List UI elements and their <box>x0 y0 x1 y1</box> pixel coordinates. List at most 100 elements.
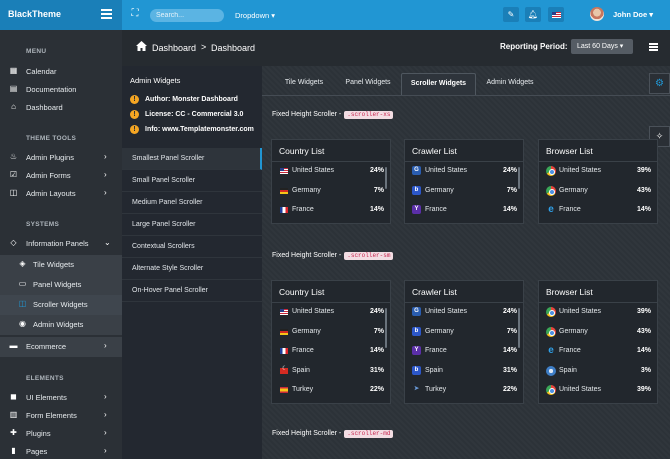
scrollbar[interactable] <box>385 167 387 189</box>
list-item: b Spain 31% <box>405 362 523 382</box>
user-menu[interactable]: John Doe ▾ <box>613 10 653 19</box>
row-percent: 7% <box>373 327 384 335</box>
list-item[interactable]: Small Panel Scroller <box>122 170 262 192</box>
sidebar-item-dashboard[interactable]: ⌂ Dashboard <box>0 98 122 116</box>
country-list-card-xs: Country List United States 24% Germany 7% … <box>271 139 391 224</box>
sidebar-item-form-elements[interactable]: ▥ Form Elements › <box>0 406 122 424</box>
sidebar-item-label: Dashboard <box>26 103 63 112</box>
row-name: Spain <box>559 366 577 374</box>
tab-tile-widgets[interactable]: Tile Widgets <box>274 73 334 95</box>
chevron-right-icon: › <box>104 446 107 455</box>
sidebar-item-calendar[interactable]: ▦ Calendar <box>0 62 122 80</box>
row-percent: 22% <box>369 386 384 393</box>
section-title-text: Fixed Height Scroller - <box>272 430 342 437</box>
sidebar-item-tile-widgets[interactable]: ◈ Tile Widgets <box>0 255 122 275</box>
sidebar-item-pages[interactable]: ▮ Pages › <box>0 442 122 459</box>
scrollbar[interactable] <box>518 308 520 348</box>
card-title: Crawler List <box>405 281 523 303</box>
list-item: e France 14% <box>539 342 657 362</box>
row-name: Germany <box>292 327 321 335</box>
turkey-flag-icon <box>280 365 288 374</box>
sidebar-item-admin-layouts[interactable]: ◫ Admin Layouts › <box>0 184 122 202</box>
chevron-right-icon: › <box>104 410 107 419</box>
crawler-bot-icon: ➤ <box>413 386 420 392</box>
language-flag-button[interactable] <box>548 7 564 22</box>
sidebar-item-admin-widgets[interactable]: ◉ Admin Widgets <box>0 315 122 335</box>
sidebar-item-label: Pages <box>26 447 48 456</box>
code-tag: .scroller-xs <box>344 111 394 119</box>
brand-logo-text[interactable]: BlackTheme <box>8 9 61 19</box>
sidebar-item-documentation[interactable]: ▤ Documentation <box>0 80 122 98</box>
spain-flag-icon <box>280 387 288 393</box>
user-name: John Doe <box>613 10 648 19</box>
sidebar-item-ui-elements[interactable]: ◼ UI Elements › <box>0 388 122 406</box>
info-text: License: CC - Commercial 3.0 <box>145 111 244 118</box>
settings-gear-icon[interactable]: ⚙ <box>649 73 670 94</box>
subpanel-title: Admin Widgets <box>130 76 181 85</box>
row-percent: 39% <box>636 308 651 315</box>
list-item[interactable]: Contextual Scrollers <box>122 236 262 258</box>
list-item[interactable]: Large Panel Scroller <box>122 214 262 236</box>
list-item: Y France 14% <box>405 342 523 362</box>
info-site: ! Info: www.Templatemonster.com <box>130 125 262 137</box>
top-dropdown[interactable]: Dropdown ▾ <box>235 11 275 20</box>
list-item[interactable]: Medium Panel Scroller <box>122 192 262 214</box>
section-menu: MENU <box>26 48 47 55</box>
top-bar: BlackTheme ⛶ Dropdown ▾ ✎ 🔔︎ John Doe ▾ <box>0 0 670 30</box>
info-author: ! Author: Monster Dashboard <box>130 95 262 107</box>
tools-icon[interactable]: ✎ <box>503 7 519 22</box>
diamond-icon: ◇ <box>10 238 17 247</box>
chevron-right-icon: › <box>104 392 107 401</box>
search-input[interactable] <box>150 9 224 22</box>
notification-bell-icon[interactable]: 🔔︎ <box>525 7 541 22</box>
sidebar-item-panel-widgets[interactable]: ▭ Panel Widgets <box>0 275 122 295</box>
shopping-cart-icon: ▬ <box>9 341 18 350</box>
reporting-period-value: Last 60 Days <box>577 43 618 50</box>
list-item[interactable]: On-Hover Panel Scroller <box>122 280 262 302</box>
avatar[interactable] <box>590 7 604 21</box>
top-dropdown-label: Dropdown <box>235 11 270 20</box>
menu-icon[interactable] <box>649 43 658 51</box>
section-title-text: Fixed Height Scroller - <box>272 111 342 118</box>
section-systems: SYSTEMS <box>26 221 60 228</box>
list-item: Germany 7% <box>272 182 390 202</box>
home-icon[interactable] <box>136 41 147 51</box>
tab-scroller-widgets[interactable]: Scroller Widgets <box>401 73 476 95</box>
tab-panel-widgets[interactable]: Panel Widgets <box>338 73 398 95</box>
row-name: France <box>559 347 581 354</box>
sidebar-toggle-icon[interactable] <box>101 9 112 19</box>
list-item[interactable]: Smallest Panel Scroller <box>122 148 262 170</box>
row-name: Turkey <box>425 386 447 393</box>
sidebar-item-admin-plugins[interactable]: ♨ Admin Plugins › <box>0 148 122 166</box>
chrome-icon <box>546 385 556 395</box>
row-name: United States <box>559 308 602 315</box>
row-name: Spain <box>292 366 310 374</box>
fire-icon: ♨ <box>9 152 18 161</box>
sidebar-item-scroller-widgets[interactable]: ◫ Scroller Widgets <box>0 295 122 315</box>
sidebar-item-admin-forms[interactable]: ☑ Admin Forms › <box>0 166 122 184</box>
row-name: Germany <box>425 327 454 335</box>
list-item[interactable]: Alternate Style Scroller <box>122 258 262 280</box>
document-icon: ▤ <box>9 84 18 93</box>
row-percent: 14% <box>502 347 517 354</box>
yahoo-icon: Y <box>412 205 421 214</box>
list-item: Spain 3% <box>539 362 657 382</box>
browser-list-card-xs: Browser List United States 39% Germany 43%… <box>538 139 658 224</box>
scrollbar[interactable] <box>385 308 387 348</box>
scrollbar[interactable] <box>518 167 520 189</box>
sidebar-item-plugins[interactable]: ✚ Plugins › <box>0 424 122 442</box>
sidebar-item-information-panels[interactable]: ◇ Information Panels ⌄ <box>0 234 122 252</box>
browser-list-card-sm: Browser List United States 39% Germany 43%… <box>538 280 658 404</box>
sidebar-item-ecommerce[interactable]: ▬ Ecommerce › <box>0 337 122 357</box>
breadcrumb-home-link[interactable]: Dashboard <box>152 43 196 53</box>
reporting-period-select[interactable]: Last 60 Days ▾ <box>571 39 633 54</box>
tab-admin-widgets[interactable]: Admin Widgets <box>479 73 541 95</box>
row-percent: 3% <box>640 366 651 374</box>
fullscreen-icon[interactable]: ⛶ <box>130 9 140 19</box>
widgets-subpanel: Admin Widgets ! Author: Monster Dashboar… <box>122 66 262 459</box>
warning-icon: ! <box>130 95 139 104</box>
row-name: Spain <box>425 366 443 374</box>
row-percent: 39% <box>636 167 651 174</box>
row-percent: 24% <box>369 308 384 315</box>
list-item: Germany 43% <box>539 182 657 202</box>
